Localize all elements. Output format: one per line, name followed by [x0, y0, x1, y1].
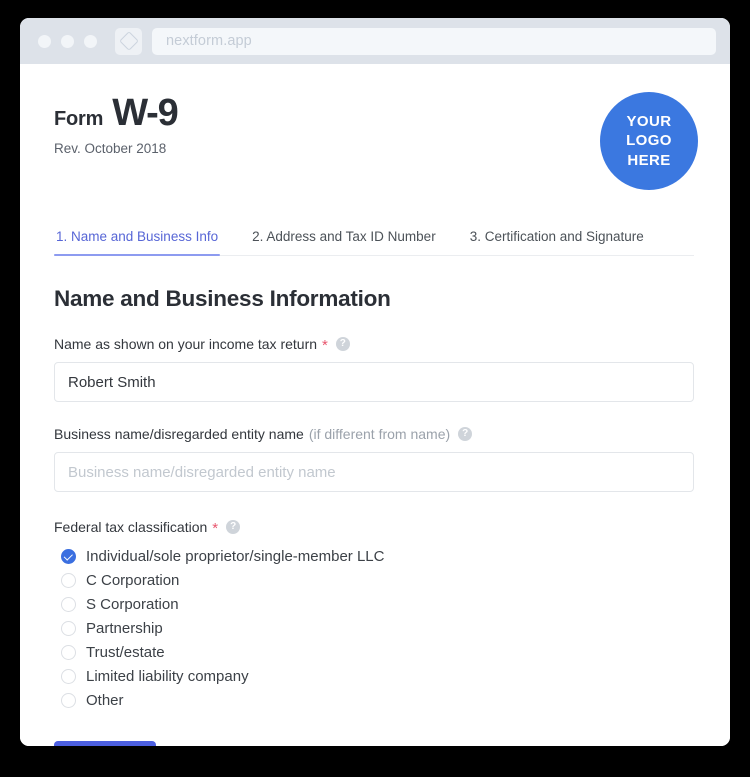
- business-name-input[interactable]: [54, 452, 694, 492]
- form-header: Form W-9 Rev. October 2018 YOUR LOGO HER…: [54, 92, 698, 190]
- window-controls: [38, 34, 97, 48]
- radio-option-label: C Corporation: [86, 571, 180, 589]
- address-bar-text: nextform.app: [166, 33, 252, 49]
- required-marker: *: [322, 336, 328, 354]
- minimize-window-button[interactable]: [61, 34, 74, 48]
- field-name-label: Name as shown on your income tax return: [54, 336, 318, 352]
- field-name: Name as shown on your income tax return …: [54, 336, 694, 402]
- form-title-block: Form W-9 Rev. October 2018: [54, 92, 179, 156]
- radio-option-label: Trust/estate: [86, 643, 165, 661]
- field-classification-label-row: Federal tax classification * ?: [54, 519, 694, 537]
- tab-address-and-tax-id-number[interactable]: 2. Address and Tax ID Number: [250, 229, 452, 255]
- form-revision-label: Rev. October 2018: [54, 141, 167, 156]
- radio-option-limited-liability-company[interactable]: Limited liability company: [54, 664, 694, 688]
- tab-certification-and-signature[interactable]: 3. Certification and Signature: [468, 229, 660, 255]
- radio-option-other[interactable]: Other: [54, 688, 694, 712]
- radio-option-trust-estate[interactable]: Trust/estate: [54, 640, 694, 664]
- field-business-name-label-row: Business name/disregarded entity name (i…: [54, 426, 694, 442]
- logo-line-1: YOUR: [626, 113, 672, 131]
- continue-button[interactable]: Continue: [54, 741, 157, 746]
- close-window-button[interactable]: [38, 34, 51, 48]
- name-input[interactable]: [54, 362, 694, 402]
- radio-option-c-corporation[interactable]: C Corporation: [54, 568, 694, 592]
- browser-chrome-bar: nextform.app: [20, 18, 730, 64]
- help-icon[interactable]: ?: [335, 337, 350, 351]
- radio-circle-icon: [61, 572, 76, 588]
- page-title: Form W-9: [54, 92, 179, 134]
- field-federal-tax-classification: Federal tax classification * ? Individua…: [54, 519, 694, 712]
- form-step-tabs: 1. Name and Business Info 2. Address and…: [54, 229, 694, 256]
- radio-circle-icon: [61, 596, 76, 612]
- form-word-label: Form: [54, 108, 104, 130]
- radio-circle-icon: [61, 668, 76, 684]
- field-business-name: Business name/disregarded entity name (i…: [54, 426, 694, 492]
- browser-window: nextform.app Form W-9 Rev. October 2018 …: [20, 18, 730, 746]
- radio-option-s-corporation[interactable]: S Corporation: [54, 592, 694, 616]
- field-business-name-label-note: (if different from name): [308, 426, 451, 442]
- tab-name-and-business-info[interactable]: 1. Name and Business Info: [54, 229, 234, 256]
- logo-line-2: LOGO: [626, 132, 672, 150]
- logo-line-3: HERE: [627, 151, 671, 169]
- radio-option-label: Individual/sole proprietor/single-member…: [86, 547, 385, 565]
- field-name-label-row: Name as shown on your income tax return …: [54, 336, 694, 354]
- field-business-name-label: Business name/disregarded entity name: [54, 426, 304, 442]
- form-number-label: W-9: [112, 92, 179, 134]
- radio-circle-icon: [61, 644, 76, 660]
- required-marker: *: [212, 519, 219, 537]
- radio-circle-icon: [61, 620, 76, 636]
- radio-option-individual[interactable]: Individual/sole proprietor/single-member…: [54, 544, 694, 568]
- radio-option-label: Other: [86, 691, 124, 709]
- diamond-icon: [118, 31, 139, 51]
- site-icon-button[interactable]: [115, 27, 142, 55]
- address-bar[interactable]: nextform.app: [152, 27, 716, 55]
- help-icon[interactable]: ?: [458, 427, 473, 441]
- radio-circle-icon: [61, 692, 76, 708]
- page-content: Form W-9 Rev. October 2018 YOUR LOGO HER…: [20, 64, 730, 746]
- radio-option-partnership[interactable]: Partnership: [54, 616, 694, 640]
- maximize-window-button[interactable]: [84, 34, 97, 48]
- radio-option-label: Limited liability company: [86, 667, 249, 685]
- help-icon[interactable]: ?: [226, 520, 241, 534]
- logo: YOUR LOGO HERE: [600, 92, 698, 190]
- classification-radio-group: Individual/sole proprietor/single-member…: [54, 544, 694, 712]
- field-classification-label: Federal tax classification: [54, 519, 208, 535]
- radio-check-icon: [61, 548, 76, 564]
- radio-option-label: S Corporation: [86, 595, 179, 613]
- section-title: Name and Business Information: [54, 286, 391, 311]
- radio-option-label: Partnership: [86, 619, 163, 637]
